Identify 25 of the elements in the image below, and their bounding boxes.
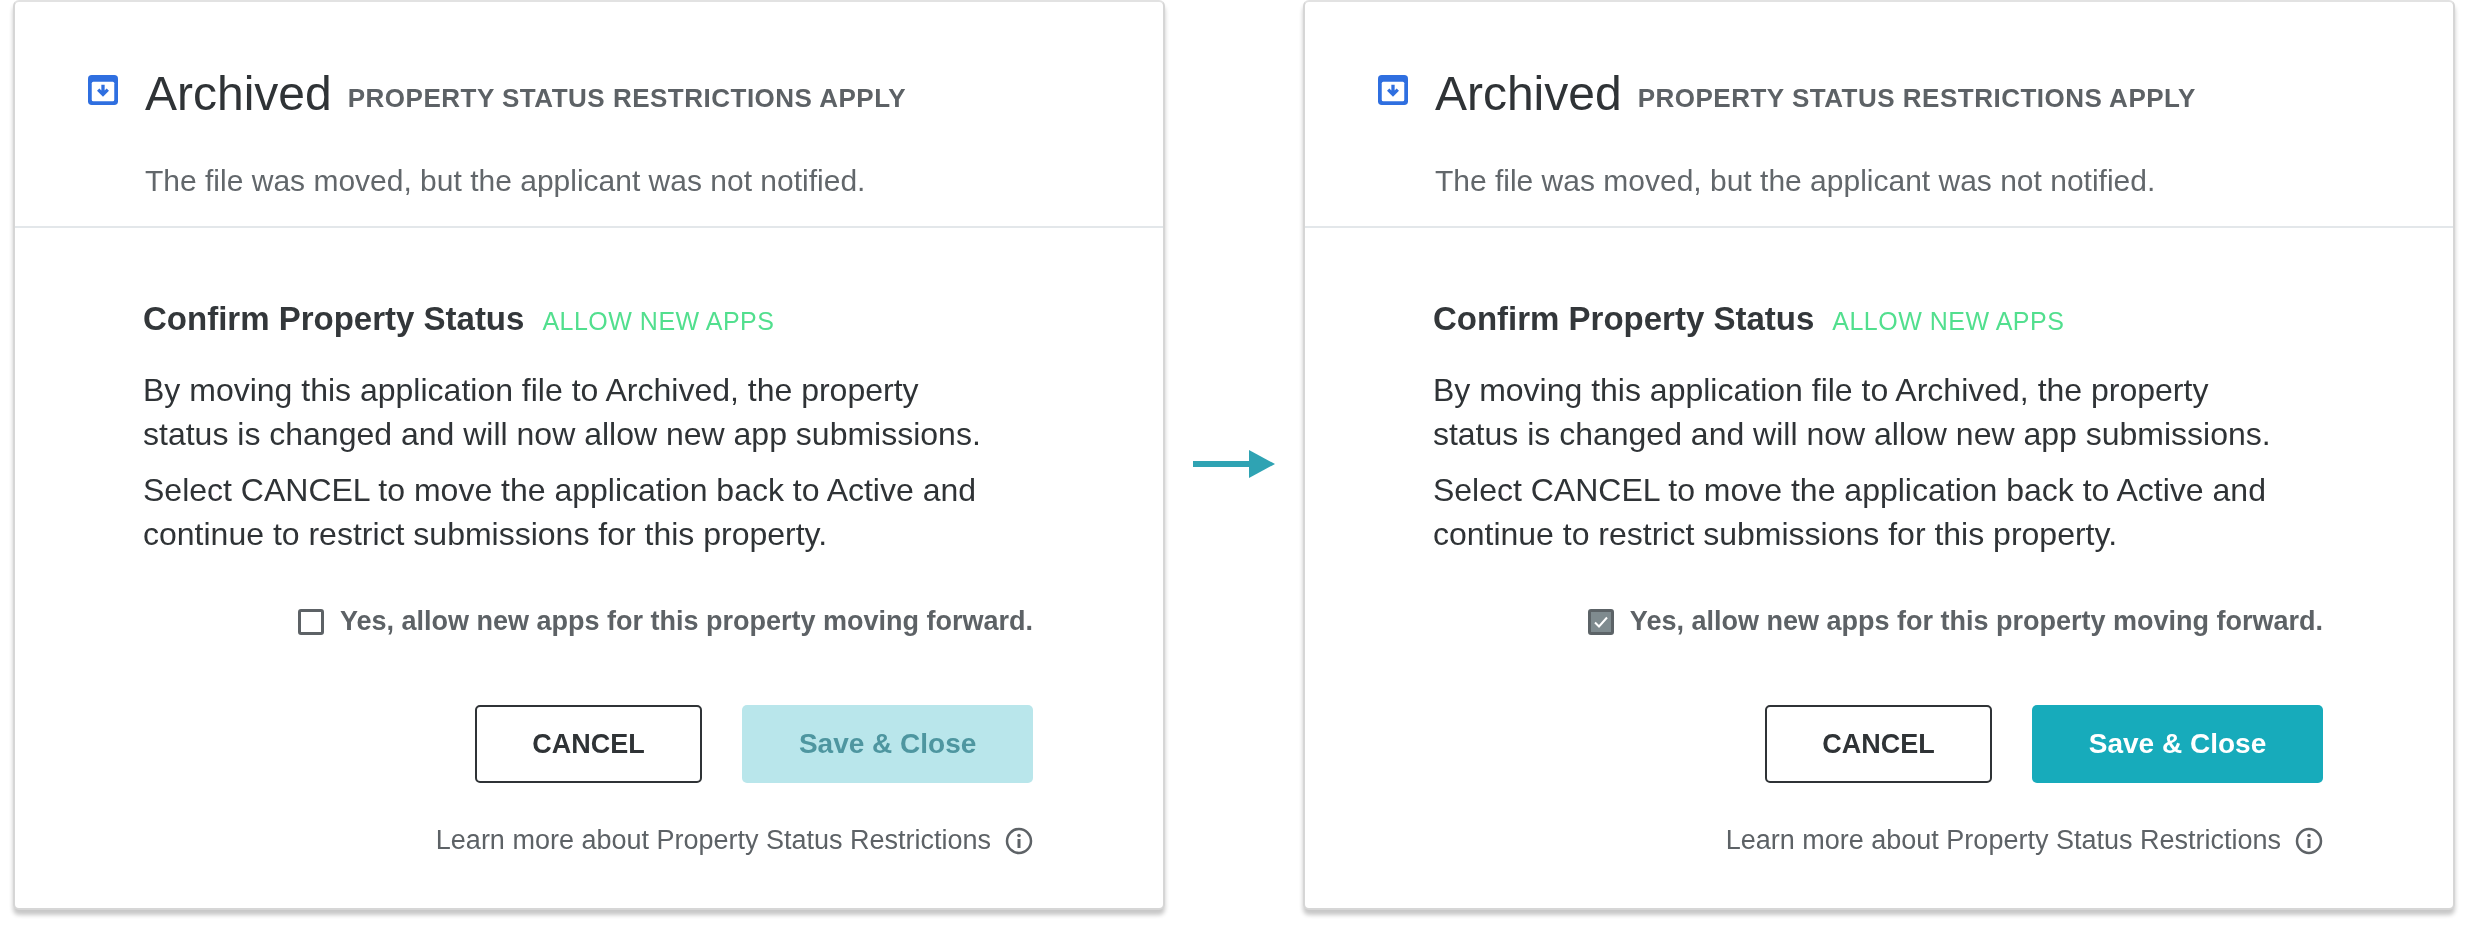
info-icon[interactable]	[2295, 826, 2323, 855]
learn-more-link[interactable]: Learn more about Property Status Restrictions	[435, 825, 992, 856]
status-tag: PROPERTY STATUS RESTRICTIONS APPLY	[347, 83, 906, 114]
cancel-button[interactable]: CANCEL	[475, 705, 703, 783]
checkbox[interactable]	[1587, 608, 1614, 635]
archive-icon	[85, 72, 121, 108]
learn-more-link[interactable]: Learn more about Property Status Restrictions	[1725, 825, 2281, 856]
checkbox-label: Yes, allow new apps for this property moving forward.	[1629, 606, 2323, 637]
confirm-title: Confirm Property Status	[143, 300, 525, 338]
status-title: Archived	[1434, 70, 1622, 118]
info-icon[interactable]	[1005, 826, 1034, 855]
confirm-title: Confirm Property Status	[1432, 300, 1815, 338]
status-note: The file was moved, but the applicant was not notified.	[1434, 164, 2157, 198]
description-paragraph: Select CANCEL to move the application back to Active and continue to restrict submissions for this property.	[1432, 471, 2267, 554]
status-tag: PROPERTY STATUS RESTRICTIONS APPLY	[1637, 83, 2196, 114]
status-title: Archived	[145, 70, 332, 118]
description-paragraph: Select CANCEL to move the application back to Active and continue to restrict submissions for this property.	[143, 471, 978, 554]
cancel-button[interactable]: CANCEL	[1765, 705, 1992, 783]
description-paragraph: By moving this application file to Archived, the property status is changed and will now allow new app submissions.	[143, 371, 982, 454]
confirm-tag: ALLOW NEW APPS	[542, 307, 775, 336]
description-paragraph: By moving this application file to Archived, the property status is changed and will now allow new app submissions.	[1432, 371, 2272, 454]
checkbox[interactable]	[297, 608, 324, 635]
status-note: The file was moved, but the applicant was not notified.	[145, 164, 867, 198]
checkbox-label: Yes, allow new apps for this property moving forward.	[339, 606, 1034, 637]
confirm-tag: ALLOW NEW APPS	[1832, 307, 2065, 336]
